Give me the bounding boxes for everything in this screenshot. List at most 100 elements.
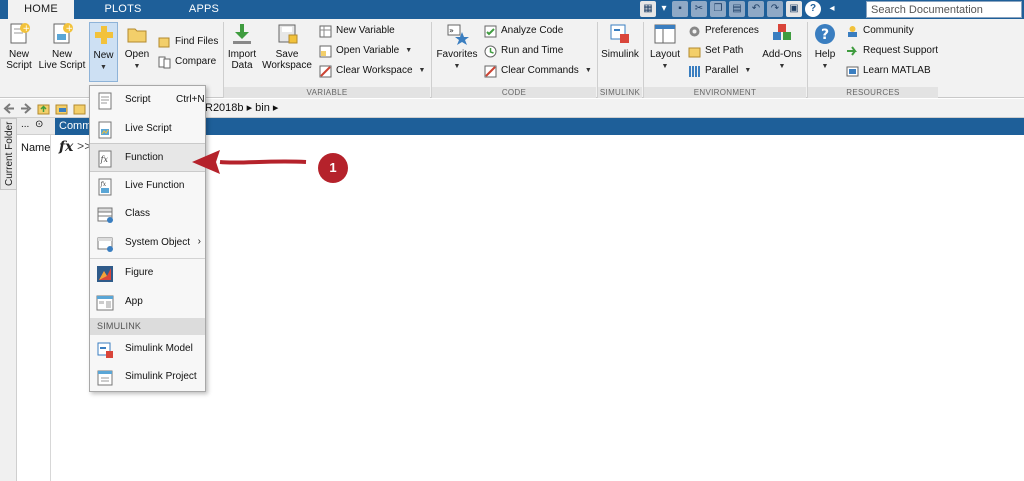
copy-icon[interactable]: ❐ [710, 1, 726, 17]
import-data-icon [230, 22, 254, 46]
svg-text:?: ? [821, 27, 829, 43]
layout-button[interactable]: Layout ▼ [648, 22, 682, 72]
menu-item-class[interactable]: Class [90, 200, 205, 229]
help-icon: ? [813, 22, 837, 46]
chevron-down-icon: ▼ [405, 47, 413, 54]
open-variable-button[interactable]: Open Variable ▼ [319, 43, 412, 59]
redo-icon[interactable]: ↷ [767, 1, 783, 17]
menu-item-app[interactable]: App [90, 288, 205, 317]
search-documentation-input[interactable] [866, 1, 1022, 18]
live-function-icon: fx [98, 178, 112, 196]
group-label-variable: VARIABLE [224, 87, 430, 98]
find-files-icon [158, 36, 171, 49]
new-script-button[interactable]: + New Script [2, 22, 36, 71]
menu-item-simulink-project[interactable]: Simulink Project [90, 363, 205, 392]
run-and-time-icon [484, 45, 497, 58]
chevron-down-icon: ▼ [584, 67, 592, 74]
clear-workspace-button[interactable]: Clear Workspace ▼ [319, 63, 425, 79]
menu-item-system-object[interactable]: System Object › [90, 229, 205, 258]
add-ons-button[interactable]: Add-Ons ▼ [760, 22, 804, 72]
function-browser-icon[interactable]: fx [59, 139, 73, 155]
analyze-code-icon [484, 25, 497, 38]
quick-access-toolbar: ▦ ▾ ▪ ✂ ❐ ▤ ↶ ↷ ▣ ? ◂ [640, 1, 840, 18]
menu-item-live-script[interactable]: Live Script [90, 115, 205, 144]
new-variable-button[interactable]: New Variable [319, 23, 395, 39]
help-icon[interactable]: ? [805, 1, 821, 17]
find-files-button[interactable]: Find Files [158, 34, 218, 50]
preferences-button[interactable]: Preferences [688, 23, 759, 39]
switch-windows-icon[interactable]: ▣ [786, 1, 802, 17]
help-button[interactable]: ? Help ▼ [811, 22, 839, 72]
tab-plots[interactable]: PLOTS [86, 0, 160, 19]
class-icon [97, 207, 113, 223]
compare-button[interactable]: Compare [158, 54, 216, 70]
expand-icon[interactable]: ◂ [824, 1, 840, 17]
figure-icon [97, 266, 113, 282]
chevron-down-icon: ▼ [418, 67, 426, 74]
tab-strip: HOME PLOTS APPS ▦ ▾ ▪ ✂ ❐ ▤ ↶ ↷ ▣ ? ◂ [0, 0, 1024, 19]
shortcut-label: Ctrl+N [176, 94, 205, 105]
live-script-icon [98, 121, 112, 139]
chevron-down-icon: ▼ [821, 63, 829, 70]
menu-item-figure[interactable]: Figure [90, 259, 205, 288]
favorites-button[interactable]: » Favorites ▼ [435, 22, 479, 72]
back-arrow-icon[interactable] [3, 102, 16, 115]
save-icon[interactable]: ▪ [672, 1, 688, 17]
paste-icon[interactable]: ▤ [729, 1, 745, 17]
cut-icon[interactable]: ✂ [691, 1, 707, 17]
menu-section-simulink: SIMULINK [90, 318, 205, 335]
menu-item-function[interactable]: fx Function [90, 143, 205, 172]
system-object-icon [97, 237, 113, 252]
clear-workspace-icon [319, 65, 332, 78]
new-live-script-button[interactable]: + New Live Script [38, 22, 86, 71]
open-variable-icon [319, 45, 332, 58]
name-column-header[interactable]: Name [21, 142, 50, 154]
save-workspace-button[interactable]: Save Workspace [262, 22, 312, 71]
chevron-down-icon[interactable]: ▾ [659, 1, 669, 17]
undo-icon[interactable]: ↶ [748, 1, 764, 17]
panel-actions[interactable]: ... [21, 119, 29, 130]
chevron-down-icon[interactable]: ⊙ [35, 119, 43, 130]
tab-apps[interactable]: APPS [166, 0, 242, 19]
community-button[interactable]: Community [846, 23, 914, 39]
svg-text:+: + [66, 24, 74, 34]
learn-matlab-icon [846, 65, 859, 78]
up-folder-icon[interactable] [37, 102, 50, 115]
new-button[interactable]: New ▼ [89, 22, 118, 82]
group-label-environment: ENVIRONMENT [644, 87, 806, 98]
current-path[interactable]: R2018b ▸ bin ▸ [205, 99, 278, 118]
chevron-down-icon: ▼ [744, 67, 752, 74]
new-dropdown-menu: Script Ctrl+N Live Script fx Function fx… [89, 85, 206, 392]
parallel-button[interactable]: Parallel ▼ [688, 63, 751, 79]
request-support-button[interactable]: Request Support [846, 43, 938, 59]
add-ons-icon [770, 22, 794, 46]
current-folder-tab[interactable]: Current Folder [0, 118, 17, 190]
group-label-code: CODE [432, 87, 596, 98]
group-label-simulink: SIMULINK [598, 87, 642, 98]
layout-icon[interactable]: ▦ [640, 1, 656, 17]
forward-arrow-icon[interactable] [19, 102, 32, 115]
learn-matlab-button[interactable]: Learn MATLAB [846, 63, 931, 79]
simulink-button[interactable]: Simulink [601, 22, 639, 60]
svg-text:»: » [449, 26, 454, 35]
annotation-arrow-icon [192, 150, 307, 174]
import-data-button[interactable]: Import Data [226, 22, 258, 71]
chevron-down-icon: ▼ [133, 63, 141, 70]
menu-item-simulink-model[interactable]: Simulink Model [90, 335, 205, 364]
favorites-icon: » [445, 22, 469, 46]
run-and-time-button[interactable]: Run and Time [484, 43, 563, 59]
folder-icon[interactable] [73, 102, 86, 115]
new-script-icon: + [7, 22, 31, 46]
menu-item-script[interactable]: Script Ctrl+N [90, 86, 205, 115]
set-path-button[interactable]: Set Path [688, 43, 743, 59]
clear-commands-button[interactable]: Clear Commands ▼ [484, 63, 592, 79]
browse-folder-icon[interactable] [55, 102, 68, 115]
script-icon [98, 92, 112, 110]
command-window-title: Comm [59, 120, 92, 132]
analyze-code-button[interactable]: Analyze Code [484, 23, 563, 39]
menu-item-live-function[interactable]: fx Live Function [90, 172, 205, 201]
chevron-right-icon: › [197, 236, 201, 247]
open-button[interactable]: Open ▼ [122, 22, 152, 72]
set-path-icon [688, 45, 701, 58]
tab-home[interactable]: HOME [8, 0, 74, 19]
